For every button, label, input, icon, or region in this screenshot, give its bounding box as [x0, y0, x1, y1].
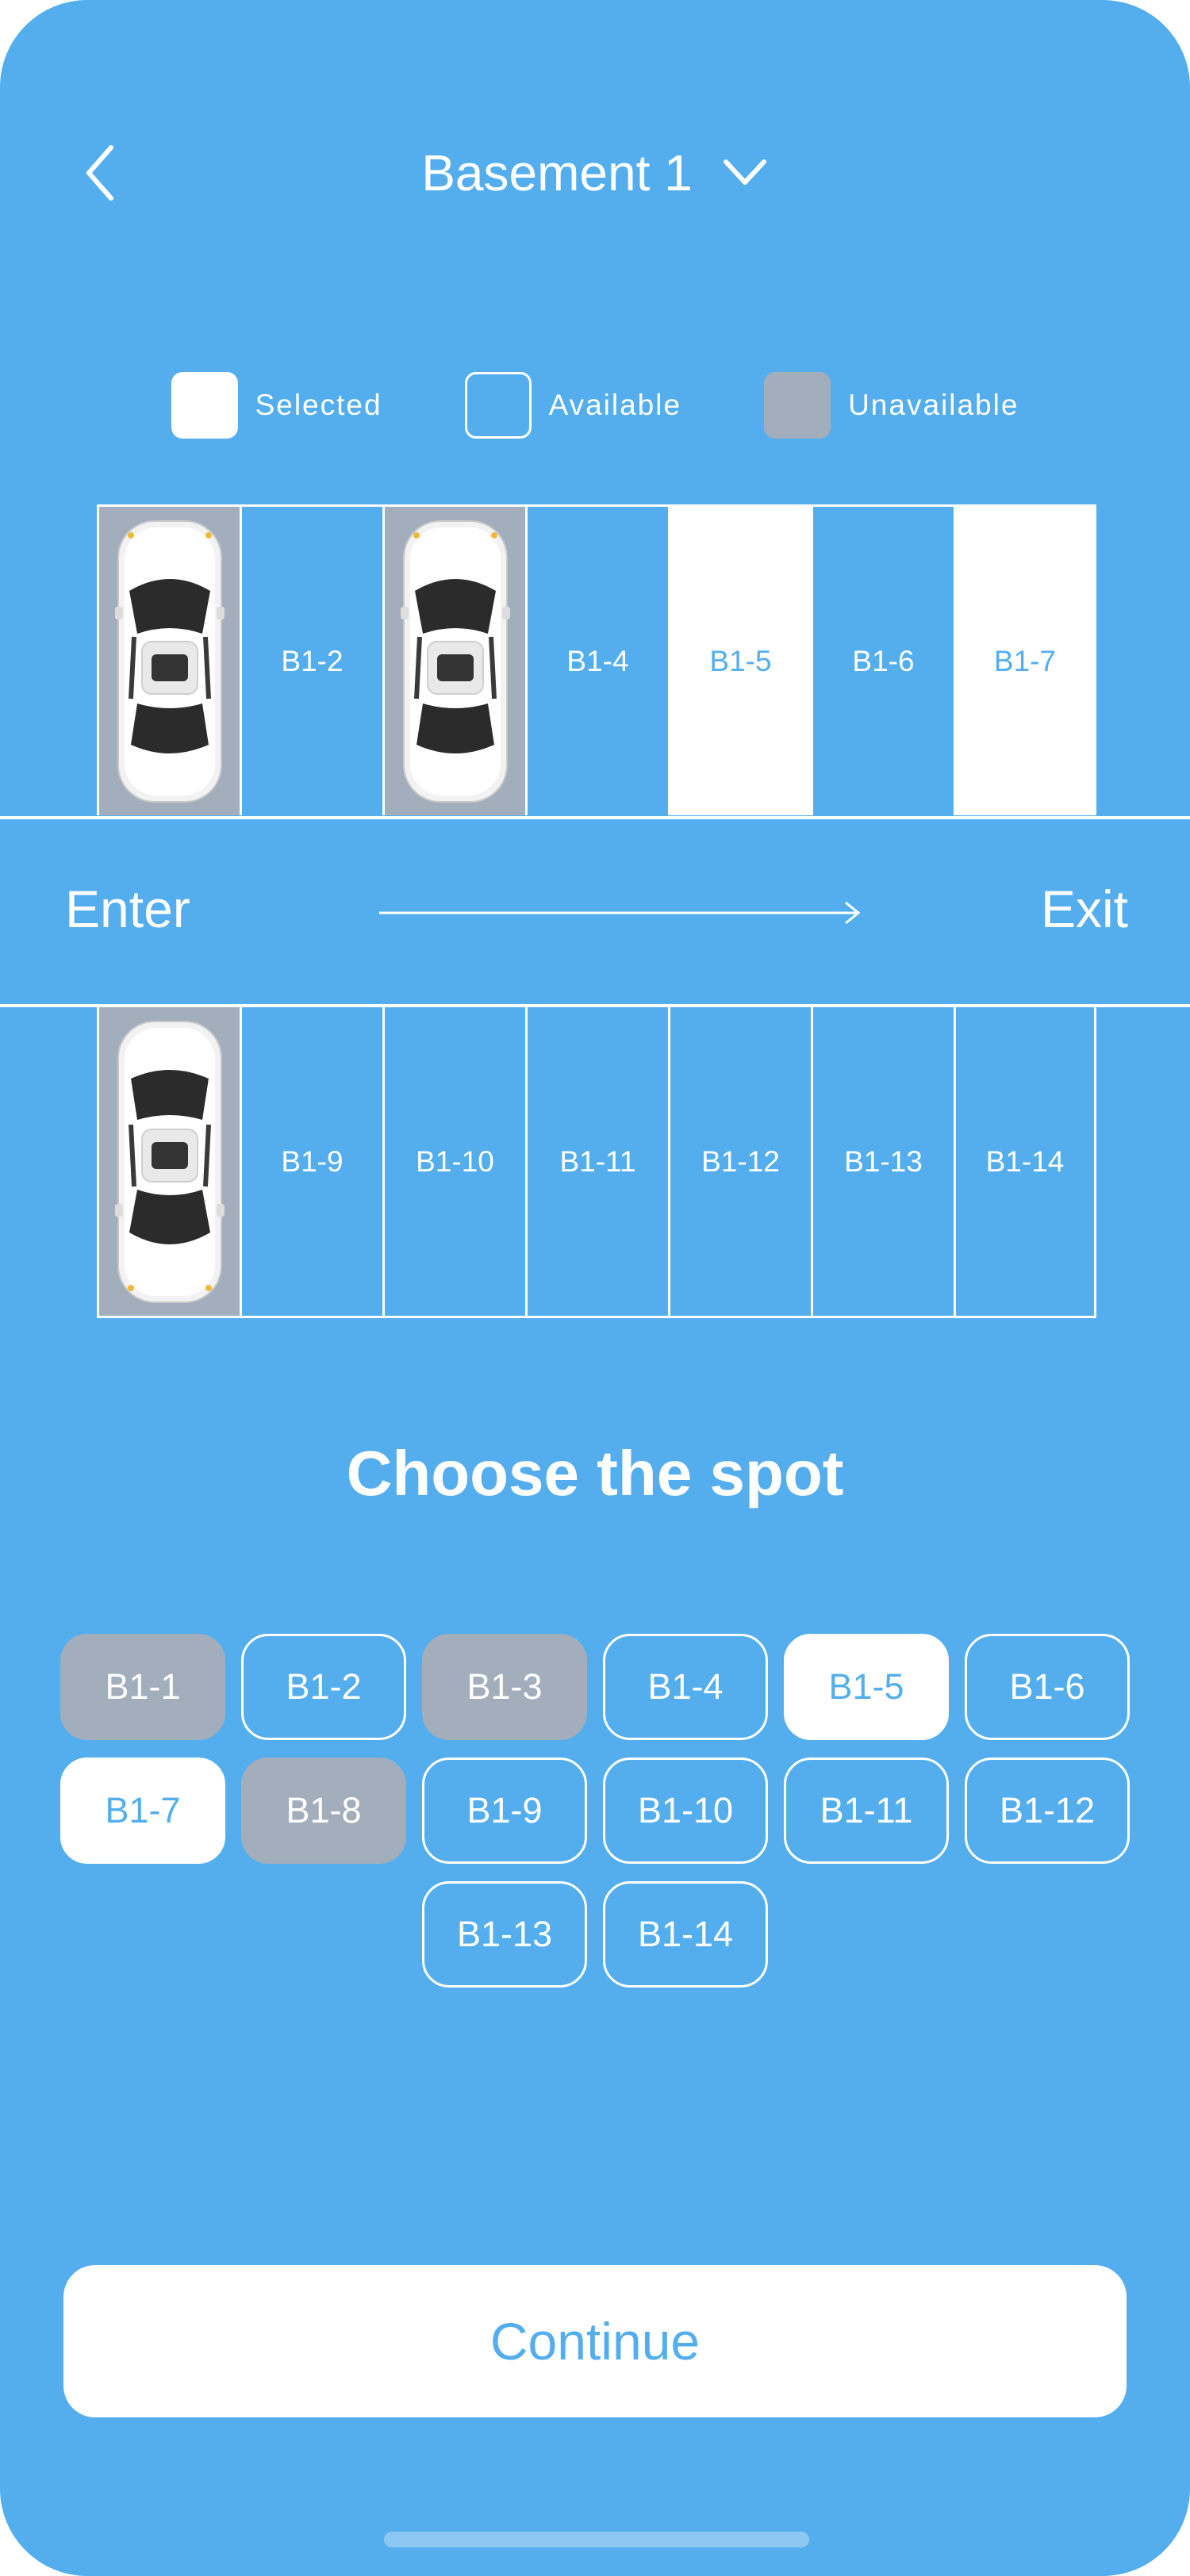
spot-chip-grid: B1-1 B1-2 B1-3 B1-4 B1-5 B1-6 B1-7 B1-8 B1-9 B1-1…: [0, 1634, 1190, 1988]
parking-slot: [382, 504, 525, 815]
exit-label: Exit: [1040, 880, 1128, 938]
legend-selected-label: Selected: [255, 389, 382, 421]
parking-slot[interactable]: B1-11: [525, 1007, 668, 1318]
parking-slot[interactable]: B1-12: [668, 1007, 811, 1318]
chevron-down-icon: [723, 159, 766, 185]
parking-slot-label: B1-7: [993, 644, 1057, 677]
parking-screen: Basement 1 Selected Available Unavailabl…: [0, 0, 1190, 2576]
parking-slot[interactable]: B1-4: [525, 504, 668, 815]
parking-slot[interactable]: B1-7: [954, 504, 1096, 815]
available-swatch: [464, 372, 532, 439]
continue-button[interactable]: Continue: [63, 2265, 1127, 2417]
legend-unavailable-label: Unavailable: [848, 389, 1019, 421]
car-top-view-icon: [114, 519, 225, 803]
spot-chip[interactable]: B1-2: [241, 1634, 406, 1740]
spot-chip[interactable]: B1-6: [965, 1634, 1130, 1740]
lane-line-top: [0, 816, 1190, 819]
parking-slot[interactable]: B1-13: [811, 1007, 954, 1318]
parking-slot-label: B1-11: [559, 1144, 636, 1178]
parking-slot[interactable]: B1-5: [668, 504, 811, 815]
parking-slot[interactable]: B1-10: [382, 1007, 525, 1318]
parking-row-top: B1-2 B1-4 B1-5 B1-6 B1-7: [97, 504, 1096, 815]
parking-row-bottom: B1-9 B1-10 B1-11 B1-12 B1-13 B1-14: [97, 1007, 1096, 1318]
parking-slot-label: B1-14: [985, 1144, 1065, 1178]
spot-chip: B1-1: [60, 1634, 225, 1740]
parking-slot-label: B1-12: [701, 1144, 780, 1178]
spot-chip[interactable]: B1-10: [603, 1758, 768, 1864]
spot-chip[interactable]: B1-5: [784, 1634, 949, 1740]
car-top-view-icon: [114, 1020, 225, 1303]
legend: Selected Available Unavailable: [0, 370, 1190, 441]
parking-slot-label: B1-10: [416, 1144, 494, 1178]
parking-slot[interactable]: B1-6: [811, 504, 954, 815]
parking-slot[interactable]: B1-14: [954, 1007, 1096, 1318]
parking-slot[interactable]: B1-9: [240, 1007, 382, 1318]
parking-slot-label: B1-9: [281, 1144, 344, 1178]
spot-chip: B1-8: [241, 1758, 406, 1864]
spot-chip[interactable]: B1-9: [422, 1758, 587, 1864]
legend-selected: Selected: [171, 372, 382, 439]
parking-slot-label: B1-5: [709, 644, 772, 677]
spot-chip: B1-3: [422, 1634, 587, 1740]
parking-slot: [97, 1007, 240, 1318]
parking-slot-label: B1-6: [852, 644, 915, 677]
floor-selector[interactable]: Basement 1: [0, 141, 1190, 205]
spot-chip[interactable]: B1-14: [603, 1881, 768, 1988]
choose-spot-heading: Choose the spot: [346, 1438, 844, 1508]
spot-chip[interactable]: B1-11: [784, 1758, 949, 1864]
spot-chip[interactable]: B1-7: [60, 1758, 225, 1864]
legend-available: Available: [464, 372, 682, 439]
home-indicator: [384, 2532, 809, 2547]
legend-available-label: Available: [548, 389, 682, 421]
enter-label: Enter: [65, 880, 190, 938]
parking-slot[interactable]: B1-2: [240, 504, 382, 815]
parking-slot-label: B1-4: [566, 644, 629, 677]
unavailable-swatch: [764, 372, 831, 439]
parking-slot-label: B1-2: [281, 644, 344, 677]
parking-slot: [97, 504, 240, 815]
legend-unavailable: Unavailable: [764, 372, 1019, 439]
car-top-view-icon: [400, 519, 510, 803]
spot-chip[interactable]: B1-4: [603, 1634, 768, 1740]
floor-title: Basement 1: [421, 144, 693, 201]
spot-chip[interactable]: B1-13: [422, 1881, 587, 1988]
spot-chip[interactable]: B1-12: [965, 1758, 1130, 1864]
parking-slot-label: B1-13: [844, 1144, 923, 1178]
selected-swatch: [171, 372, 238, 439]
arrow-right-icon: [379, 901, 861, 925]
